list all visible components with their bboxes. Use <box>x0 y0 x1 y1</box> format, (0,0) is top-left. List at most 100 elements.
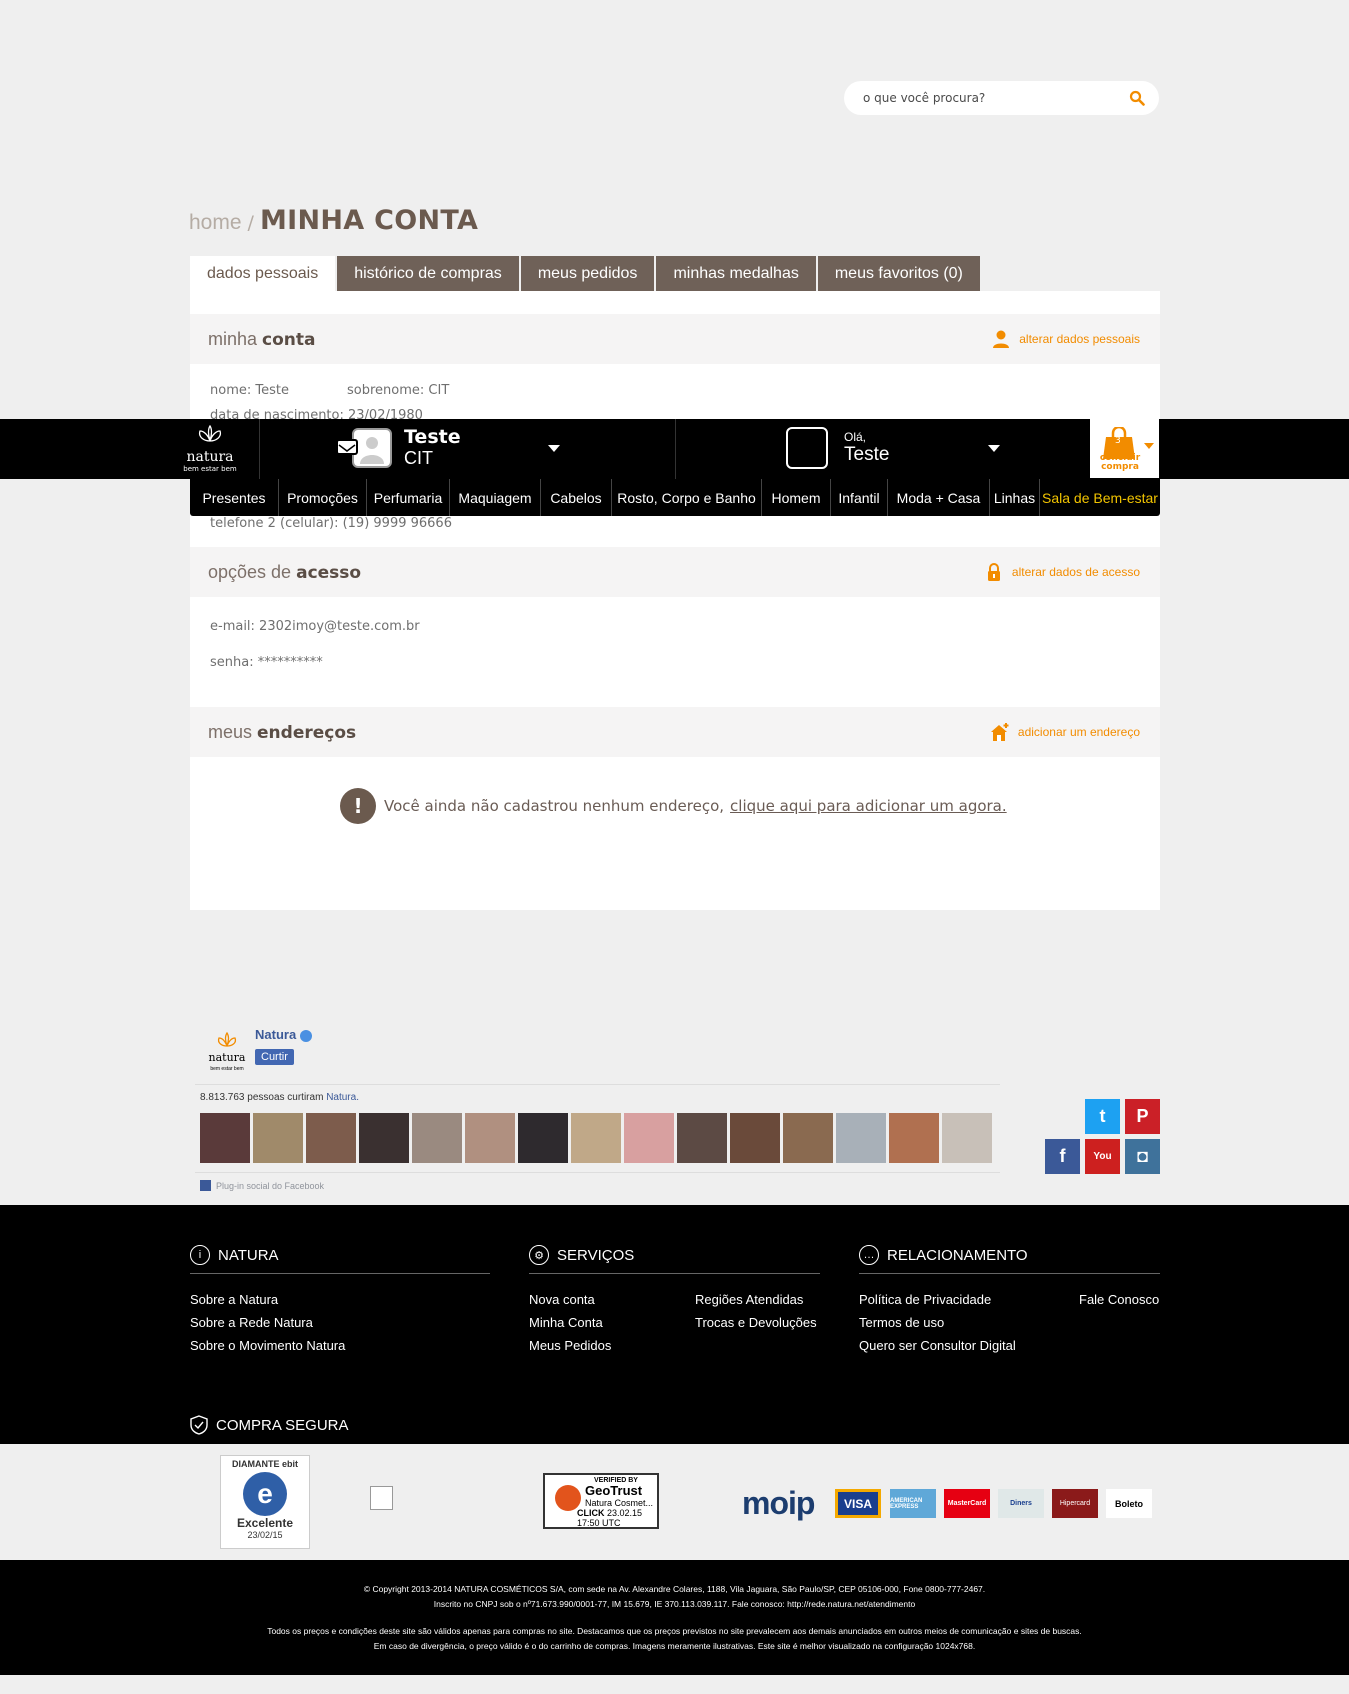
logo-tagline: bem estar bem <box>183 465 237 473</box>
fb-page-name[interactable]: Natura <box>255 1027 313 1042</box>
fb-like-count-text: 8.813.763 pessoas curtiram <box>200 1092 324 1103</box>
fb-like-count: 8.813.763 pessoas curtiram Natura. <box>200 1092 359 1103</box>
youtube-icon[interactable]: You <box>1085 1139 1120 1174</box>
geotrust-date-line: CLICK 23.02.15 17:50 UTC <box>577 1508 657 1528</box>
nav-item-maquiagem[interactable]: Maquiagem <box>450 479 541 516</box>
disclaimer-line: Todos os preços e condições deste site s… <box>267 1626 1082 1636</box>
nav-item-perfumaria[interactable]: Perfumaria <box>367 479 450 516</box>
breadcrumb-home[interactable]: home <box>189 211 242 235</box>
chevron-down-icon[interactable] <box>548 445 560 452</box>
geotrust-seal[interactable]: VERIFIED BY GeoTrust Natura Cosmet... CL… <box>543 1473 659 1529</box>
footer-links: Política de Privacidade Termos de uso Qu… <box>859 1288 1079 1357</box>
tab-dados-pessoais[interactable]: dados pessoais <box>190 256 338 291</box>
natura-logo[interactable]: natura bem estar bem <box>182 424 238 473</box>
fb-fan-faces <box>200 1113 992 1163</box>
edit-personal-data-link[interactable]: alterar dados pessoais <box>991 329 1140 349</box>
search-input[interactable] <box>863 91 1129 105</box>
fan-avatar[interactable] <box>200 1113 250 1163</box>
twitter-icon[interactable]: t <box>1085 1099 1120 1134</box>
edit-personal-data-label: alterar dados pessoais <box>1019 332 1140 346</box>
svg-text:bem estar bem: bem estar bem <box>210 1066 243 1072</box>
section-meus-enderecos: meus endereços adicionar um endereço <box>190 707 1160 757</box>
no-address-notice: ! Você ainda não cadastrou nenhum endere… <box>340 788 1007 824</box>
footer-col-relacionamento: … RELACIONAMENTO Política de Privacidade … <box>859 1245 1160 1357</box>
user-greeting[interactable]: Olá, Teste <box>786 427 889 469</box>
section-title-light: opções de <box>208 561 292 582</box>
edit-access-data-link[interactable]: alterar dados de acesso <box>984 562 1140 582</box>
add-address-now-link[interactable]: clique aqui para adicionar um agora. <box>730 797 1007 815</box>
nav-item-homem[interactable]: Homem <box>762 479 831 516</box>
nav-item-infantil[interactable]: Infantil <box>831 479 888 516</box>
nav-item-sala-bem-estar[interactable]: Sala de Bem-estar <box>1040 479 1160 516</box>
security-badges: DIAMANTE ebit e Excelente 23/02/15 VERIF… <box>0 1444 1349 1560</box>
shield-check-icon <box>190 1415 208 1435</box>
copyright-line: © Copyright 2013-2014 NATURA COSMÉTICOS … <box>363 1584 986 1594</box>
fan-avatar[interactable] <box>942 1113 992 1163</box>
geotrust-name: Natura Cosmet... <box>585 1498 654 1508</box>
footer-link[interactable]: Meus Pedidos <box>529 1334 695 1357</box>
nav-item-linhas[interactable]: Linhas <box>990 479 1040 516</box>
fan-avatar[interactable] <box>836 1113 886 1163</box>
envelope-icon[interactable] <box>336 439 358 455</box>
fan-avatar[interactable] <box>518 1113 568 1163</box>
fan-avatar[interactable] <box>359 1113 409 1163</box>
nav-item-moda-casa[interactable]: Moda + Casa <box>888 479 990 516</box>
ebit-level: DIAMANTE <box>231 1459 280 1469</box>
secure-purchase-label: COMPRA SEGURA <box>216 1416 349 1434</box>
nav-item-cabelos[interactable]: Cabelos <box>541 479 612 516</box>
tab-minhas-medalhas[interactable]: minhas medalhas <box>656 256 818 291</box>
search-icon[interactable] <box>1129 90 1145 106</box>
facebook-icon[interactable]: f <box>1045 1139 1080 1174</box>
tab-meus-favoritos[interactable]: meus favoritos (0) <box>817 256 982 291</box>
nav-item-promocoes[interactable]: Promoções <box>279 479 367 516</box>
footer-link[interactable]: Regiões Atendidas <box>695 1288 817 1311</box>
fan-avatar[interactable] <box>730 1113 780 1163</box>
fan-avatar[interactable] <box>571 1113 621 1163</box>
footer-link[interactable]: Sobre o Movimento Natura <box>190 1334 490 1357</box>
footer-link[interactable]: Termos de uso <box>859 1311 1079 1334</box>
logo-name: natura <box>186 449 234 465</box>
fan-avatar[interactable] <box>783 1113 833 1163</box>
ebit-badge[interactable]: DIAMANTE ebit e Excelente 23/02/15 <box>220 1455 310 1549</box>
tab-meus-pedidos[interactable]: meus pedidos <box>520 256 657 291</box>
chevron-down-icon[interactable] <box>988 445 1000 452</box>
fan-avatar[interactable] <box>677 1113 727 1163</box>
footer-link[interactable]: Minha Conta <box>529 1311 695 1334</box>
footer-col-servicos: ⚙ SERVIÇOS Nova conta Minha Conta Meus Pe… <box>529 1245 820 1357</box>
add-address-link[interactable]: adicionar um endereço <box>990 722 1140 742</box>
section-title: minha conta <box>208 329 316 350</box>
fan-avatar[interactable] <box>889 1113 939 1163</box>
fan-avatar[interactable] <box>306 1113 356 1163</box>
pinterest-icon[interactable]: P <box>1125 1099 1160 1134</box>
fb-page-link[interactable]: Natura. <box>326 1092 359 1103</box>
footer-link[interactable]: Sobre a Natura <box>190 1288 490 1311</box>
fan-avatar[interactable] <box>253 1113 303 1163</box>
nav-item-rosto-corpo-banho[interactable]: Rosto, Corpo e Banho <box>612 479 762 516</box>
instagram-icon[interactable]: ◘ <box>1125 1139 1160 1174</box>
fan-avatar[interactable] <box>412 1113 462 1163</box>
footer-link[interactable]: Sobre a Rede Natura <box>190 1311 490 1334</box>
hipercard-icon: Hipercard <box>1052 1489 1098 1518</box>
footer-col-natura: i NATURA Sobre a Natura Sobre a Rede Natu… <box>190 1245 490 1357</box>
edit-access-data-label: alterar dados de acesso <box>1011 565 1140 579</box>
fan-avatar[interactable] <box>465 1113 515 1163</box>
tab-historico-compras[interactable]: histórico de compras <box>337 256 521 291</box>
facebook-icon <box>200 1180 211 1191</box>
footer-link[interactable]: Fale Conosco <box>1079 1288 1159 1311</box>
field-sobrenome: sobrenome: CIT <box>347 383 450 398</box>
fb-like-button[interactable]: Curtir <box>255 1049 294 1065</box>
footer-link[interactable]: Nova conta <box>529 1288 695 1311</box>
fan-avatar[interactable] <box>624 1113 674 1163</box>
footer-heading: i NATURA <box>190 1245 490 1274</box>
svg-text:natura: natura <box>209 1051 246 1064</box>
footer-link[interactable]: Política de Privacidade <box>859 1288 1079 1311</box>
footer-link[interactable]: Quero ser Consultor Digital <box>859 1334 1079 1357</box>
cart-chevron-icon[interactable] <box>1144 443 1154 449</box>
footer-links-columns: Política de Privacidade Termos de uso Qu… <box>859 1274 1160 1357</box>
secure-purchase-heading: COMPRA SEGURA <box>190 1415 349 1435</box>
visa-card-icon: VISA <box>835 1489 881 1518</box>
footer-link[interactable]: Trocas e Devoluções <box>695 1311 817 1334</box>
consultant-profile[interactable]: Teste CIT <box>336 425 461 469</box>
nav-item-presentes[interactable]: Presentes <box>190 479 279 516</box>
cart-button[interactable]: 3 concluir compra <box>1090 419 1159 478</box>
